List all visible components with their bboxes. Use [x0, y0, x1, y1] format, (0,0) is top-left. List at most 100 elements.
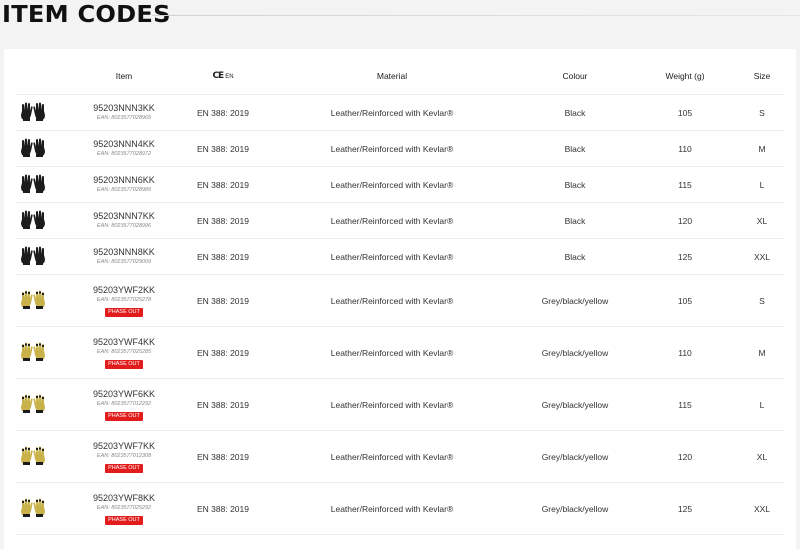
glove-image-cell [16, 326, 66, 379]
item-code: 95203NNN3KK [93, 103, 155, 113]
weight-cell: 125 [630, 238, 740, 275]
size-cell: L [740, 166, 784, 203]
black-glove-pair-icon [21, 138, 45, 157]
glove-thumbnail [18, 498, 48, 520]
ean-code: EAN: 8023577012308 [96, 452, 152, 459]
weight-cell: 125 [630, 482, 740, 535]
standard-cell: EN 388: 2019 [182, 238, 264, 275]
ean-code: EAN: 8023577028989 [96, 187, 152, 193]
size-cell: S [740, 274, 784, 327]
page-header: ITEM CODES [0, 0, 800, 48]
glove-thumbnail [18, 394, 48, 416]
weight-cell: 120 [630, 430, 740, 483]
table-row: 95203YWF8KK EAN: 8023577025292 PHASE OUT EN… [16, 482, 784, 535]
glove-thumbnail [18, 210, 48, 232]
weight-cell: 110 [630, 326, 740, 379]
table-row: 95203YWF2KK EAN: 8023577025278 PHASE OUT EN… [16, 274, 784, 327]
glove-thumbnail [18, 342, 48, 364]
material-cell: Leather/Reinforced with Kevlar® [264, 94, 520, 131]
size-cell: XXL [740, 482, 784, 535]
size-cell: M [740, 326, 784, 379]
colour-cell: Grey/black/yellow [520, 274, 630, 327]
item-code: 95203YWF2KK [92, 284, 156, 295]
material-cell: Leather/Reinforced with Kevlar® [264, 238, 520, 275]
item-code: 95203NNN8KK [93, 247, 155, 257]
weight-cell: 105 [630, 94, 740, 131]
material-cell: Leather/Reinforced with Kevlar® [264, 482, 520, 535]
glove-image-cell [16, 130, 66, 167]
glove-thumbnail [18, 102, 48, 124]
phase-out-badge: PHASE OUT [105, 515, 143, 525]
yellow-glove-pair-icon [21, 446, 45, 465]
glove-image-cell [16, 238, 66, 275]
page-title: ITEM CODES [2, 2, 171, 28]
yellow-glove-pair-icon [21, 498, 45, 517]
size-cell: S [740, 94, 784, 131]
material-cell: Leather/Reinforced with Kevlar® [264, 130, 520, 167]
item-cell: 95203NNN8KK EAN: 8023577029009 [66, 238, 182, 275]
glove-image-cell [16, 202, 66, 239]
title-divider [152, 15, 800, 16]
header-ce-suffix: EN [225, 74, 234, 80]
standard-cell: EN 388: 2019 [182, 166, 264, 203]
table-row: 95203YWF4KK EAN: 8023577025285 PHASE OUT EN… [16, 326, 784, 379]
item-cell: 95203YWF6KK EAN: 8023577012292 PHASE OUT [66, 378, 182, 431]
size-cell: XL [740, 430, 784, 483]
glove-thumbnail [18, 246, 48, 268]
colour-cell: Grey/black/yellow [520, 378, 630, 431]
glove-image-cell [16, 430, 66, 483]
standard-cell: EN 388: 2019 [182, 430, 264, 483]
item-code: 95203YWF7KK [92, 440, 156, 451]
item-codes-panel: Item CE EN Material Colour Weight (g) Siz… [4, 49, 796, 549]
phase-out-badge: PHASE OUT [105, 463, 143, 473]
material-cell: Leather/Reinforced with Kevlar® [264, 430, 520, 483]
header-colour: Colour [520, 57, 630, 95]
glove-image-cell [16, 166, 66, 203]
phase-out-badge: PHASE OUT [105, 359, 143, 369]
ean-code: EAN: 8023577025278 [96, 296, 152, 303]
weight-cell: 105 [630, 274, 740, 327]
item-code: 95203YWF4KK [92, 336, 156, 347]
weight-cell: 115 [630, 378, 740, 431]
glove-thumbnail [18, 290, 48, 312]
phase-out-badge: PHASE OUT [105, 307, 143, 317]
colour-cell: Black [520, 238, 630, 275]
size-cell: XXL [740, 238, 784, 275]
yellow-glove-pair-icon [21, 342, 45, 361]
material-cell: Leather/Reinforced with Kevlar® [264, 166, 520, 203]
weight-cell: 110 [630, 130, 740, 167]
item-code: 95203YWF8KK [92, 492, 156, 503]
yellow-glove-pair-icon [21, 290, 45, 309]
colour-cell: Black [520, 202, 630, 239]
size-cell: XL [740, 202, 784, 239]
standard-cell: EN 388: 2019 [182, 326, 264, 379]
table-row: 95203NNN3KK EAN: 8023577028965 EN 388: 201… [16, 94, 784, 131]
table-row: 95203NNN6KK EAN: 8023577028989 EN 388: 201… [16, 166, 784, 203]
table-row: 95203NNN7KK EAN: 8023577028996 EN 388: 201… [16, 202, 784, 239]
colour-cell: Grey/black/yellow [520, 326, 630, 379]
item-cell: 95203YWF2KK EAN: 8023577025278 PHASE OUT [66, 274, 182, 327]
item-cell: 95203YWF4KK EAN: 8023577025285 PHASE OUT [66, 326, 182, 379]
standard-cell: EN 388: 2019 [182, 94, 264, 131]
black-glove-pair-icon [21, 210, 45, 229]
standard-cell: EN 388: 2019 [182, 274, 264, 327]
header-ce-en: CE EN [182, 57, 264, 95]
phase-out-badge: PHASE OUT [105, 411, 143, 421]
glove-image-cell [16, 274, 66, 327]
ean-code: EAN: 8023577028996 [96, 223, 152, 229]
size-cell: L [740, 378, 784, 431]
size-cell: M [740, 130, 784, 167]
glove-thumbnail [18, 446, 48, 468]
glove-image-cell [16, 94, 66, 131]
ean-code: EAN: 8023577025285 [96, 348, 152, 355]
item-code: 95203YWF6KK [92, 388, 156, 399]
black-glove-pair-icon [21, 246, 45, 265]
colour-cell: Black [520, 130, 630, 167]
ean-code: EAN: 8023577025292 [96, 504, 152, 511]
table-row: 95203NNN8KK EAN: 8023577029009 EN 388: 201… [16, 238, 784, 275]
black-glove-pair-icon [21, 102, 45, 121]
ean-code: EAN: 8023577028965 [96, 115, 152, 121]
header-size: Size [740, 57, 784, 95]
standard-cell: EN 388: 2019 [182, 202, 264, 239]
table-header-row: Item CE EN Material Colour Weight (g) Siz… [16, 57, 784, 95]
